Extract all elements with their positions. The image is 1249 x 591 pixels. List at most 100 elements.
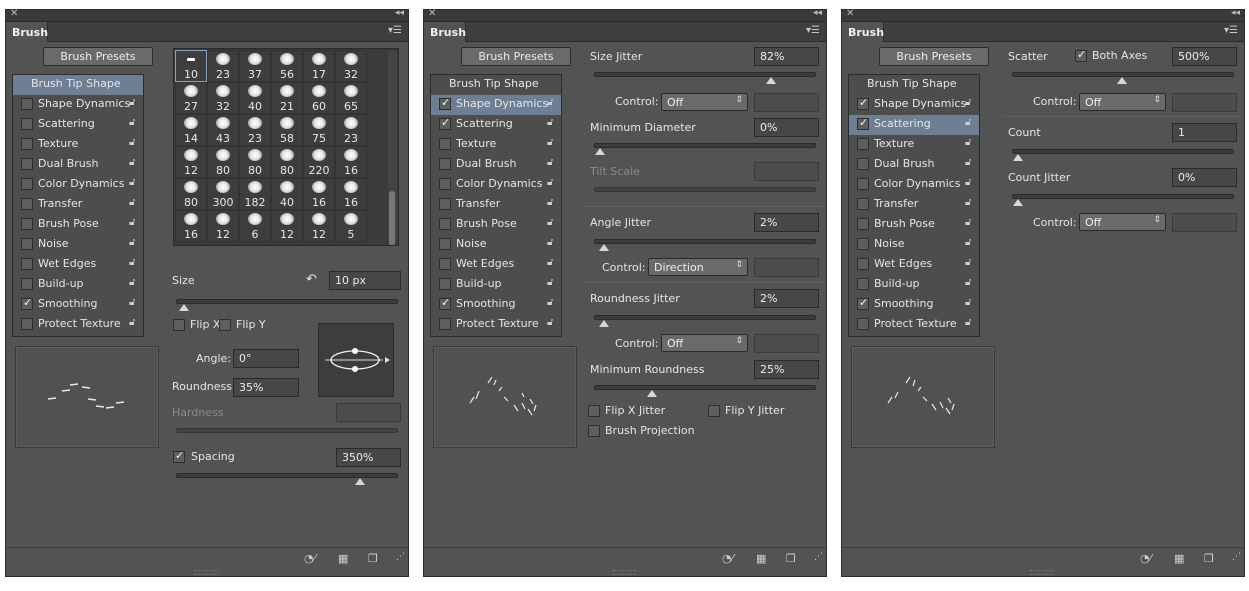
lock-icon[interactable]: 🔓︎ <box>129 137 139 150</box>
option-checkbox[interactable] <box>21 198 33 210</box>
slider-thumb[interactable] <box>1013 154 1023 161</box>
lock-icon[interactable]: 🔓︎ <box>547 237 557 250</box>
lock-icon[interactable]: 🔓︎ <box>965 97 975 110</box>
slider-thumb[interactable] <box>1013 199 1023 206</box>
brush-tip-7[interactable]: 32 <box>207 82 239 114</box>
size-slider-thumb[interactable] <box>179 304 189 311</box>
brush-tip-17[interactable]: 23 <box>335 114 367 146</box>
lock-icon[interactable]: 🔓︎ <box>965 197 975 210</box>
brush-tip-21[interactable]: 80 <box>271 146 303 178</box>
brush-tip-19[interactable]: 80 <box>207 146 239 178</box>
option-color-dynamics[interactable]: Color Dynamics 🔓︎ <box>431 175 561 195</box>
option-checkbox[interactable] <box>857 198 869 210</box>
option-brush-pose[interactable]: Brush Pose 🔓︎ <box>431 215 561 235</box>
brush-tip-12[interactable]: 14 <box>175 114 207 146</box>
size-field[interactable]: 10 px <box>329 271 401 290</box>
slider-thumb[interactable] <box>599 244 609 251</box>
lock-icon[interactable]: 🔓︎ <box>965 157 975 170</box>
lock-icon[interactable]: 🔓︎ <box>965 257 975 270</box>
option-checkbox[interactable] <box>21 218 33 230</box>
option-checkbox[interactable] <box>21 158 33 170</box>
option-checkbox[interactable] <box>21 318 33 330</box>
brush-tip-16[interactable]: 75 <box>303 114 335 146</box>
angle-roundness-widget[interactable] <box>318 323 394 397</box>
lock-icon[interactable]: 🔓︎ <box>547 137 557 150</box>
option-transfer[interactable]: Transfer 🔓︎ <box>431 195 561 215</box>
brush-tip-0[interactable]: 10 <box>175 50 207 82</box>
brush-grid-icon[interactable]: ▦ <box>338 552 348 565</box>
angle-jitter-slider[interactable] <box>594 239 816 251</box>
brush-tip-35[interactable]: 5 <box>335 210 367 242</box>
option-shape-dynamics[interactable]: Shape Dynamics 🔓︎ <box>13 95 143 115</box>
brush-tip-15[interactable]: 58 <box>271 114 303 146</box>
lock-icon[interactable]: 🔓︎ <box>547 117 557 130</box>
flip-x-jitter-checkbox[interactable] <box>588 405 600 417</box>
lock-icon[interactable]: 🔓︎ <box>129 177 139 190</box>
roundness-jitter-slider[interactable] <box>594 315 816 327</box>
lock-icon[interactable]: 🔓︎ <box>547 177 557 190</box>
brush-presets-button[interactable]: Brush Presets <box>879 47 989 66</box>
brush-tip-1[interactable]: 23 <box>207 50 239 82</box>
option-checkbox[interactable] <box>857 238 869 250</box>
size-jitter-control-select[interactable]: Off ⇕ <box>661 93 748 111</box>
option-checkbox[interactable] <box>21 278 33 290</box>
brush-tip-22[interactable]: 220 <box>303 146 335 178</box>
option-checkbox[interactable]: ✓ <box>439 96 451 110</box>
lock-icon[interactable]: 🔓︎ <box>129 297 139 310</box>
lock-icon[interactable]: 🔓︎ <box>965 137 975 150</box>
brush-tip-5[interactable]: 32 <box>335 50 367 82</box>
resize-grip-icon[interactable]: ⋰ <box>396 552 405 562</box>
slider-thumb[interactable] <box>647 390 657 397</box>
option-scattering[interactable]: ✓ Scattering 🔓︎ <box>431 115 561 135</box>
lock-icon[interactable]: 🔓︎ <box>547 217 557 230</box>
option-dual-brush[interactable]: Dual Brush 🔓︎ <box>849 155 979 175</box>
lock-icon[interactable]: 🔓︎ <box>965 217 975 230</box>
brush-presets-button[interactable]: Brush Presets <box>461 47 571 66</box>
toggle-live-tip-icon[interactable]: ◔⁄ <box>304 552 315 565</box>
lock-icon[interactable]: 🔓︎ <box>547 97 557 110</box>
lock-icon[interactable]: 🔓︎ <box>547 157 557 170</box>
brush-tip-2[interactable]: 37 <box>239 50 271 82</box>
brush-tip-24[interactable]: 80 <box>175 178 207 210</box>
option-checkbox[interactable]: ✓ <box>857 96 869 110</box>
option-checkbox[interactable] <box>439 318 451 330</box>
option-checkbox[interactable] <box>857 278 869 290</box>
option-checkbox[interactable] <box>439 218 451 230</box>
option-checkbox[interactable] <box>857 218 869 230</box>
option-checkbox[interactable] <box>439 158 451 170</box>
option-scattering[interactable]: Scattering 🔓︎ <box>13 115 143 135</box>
scatter-slider[interactable] <box>1012 72 1234 84</box>
option-checkbox[interactable]: ✓ <box>439 116 451 130</box>
brush-tip-18[interactable]: 12 <box>175 146 207 178</box>
brush-tip-6[interactable]: 27 <box>175 82 207 114</box>
option-checkbox[interactable] <box>21 258 33 270</box>
roundness-field[interactable]: 35% <box>233 378 299 397</box>
size-jitter-slider[interactable] <box>594 72 816 84</box>
option-build-up[interactable]: Build-up 🔓︎ <box>13 275 143 295</box>
both-axes-checkbox[interactable]: ✓ <box>1075 48 1087 62</box>
option-checkbox[interactable] <box>439 138 451 150</box>
toggle-live-tip-icon[interactable]: ◔⁄ <box>722 552 733 565</box>
brush-tip-4[interactable]: 17 <box>303 50 335 82</box>
angle-jitter-field[interactable]: 2% <box>754 213 819 232</box>
brush-tip-28[interactable]: 16 <box>303 178 335 210</box>
slider-thumb[interactable] <box>1117 77 1127 84</box>
option-brush-tip-shape[interactable]: Brush Tip Shape <box>431 75 561 95</box>
min-roundness-field[interactable]: 25% <box>754 360 819 379</box>
collapse-icon[interactable]: ◂◂ <box>395 8 404 18</box>
brush-tip-11[interactable]: 65 <box>335 82 367 114</box>
lock-icon[interactable]: 🔓︎ <box>129 257 139 270</box>
spacing-field[interactable]: 350% <box>336 448 401 467</box>
brush-tip-27[interactable]: 40 <box>271 178 303 210</box>
tab-brush[interactable]: Brush <box>842 22 884 42</box>
new-brush-icon[interactable]: ❐ <box>1204 552 1214 565</box>
lock-icon[interactable]: 🔓︎ <box>129 197 139 210</box>
brush-projection-checkbox[interactable] <box>588 425 600 437</box>
close-icon[interactable]: ✕ <box>10 8 18 19</box>
option-checkbox[interactable] <box>21 98 33 110</box>
close-icon[interactable]: ✕ <box>846 8 854 19</box>
brush-presets-button[interactable]: Brush Presets <box>43 47 153 66</box>
count-slider[interactable] <box>1012 149 1234 161</box>
option-color-dynamics[interactable]: Color Dynamics 🔓︎ <box>13 175 143 195</box>
brush-tip-23[interactable]: 16 <box>335 146 367 178</box>
